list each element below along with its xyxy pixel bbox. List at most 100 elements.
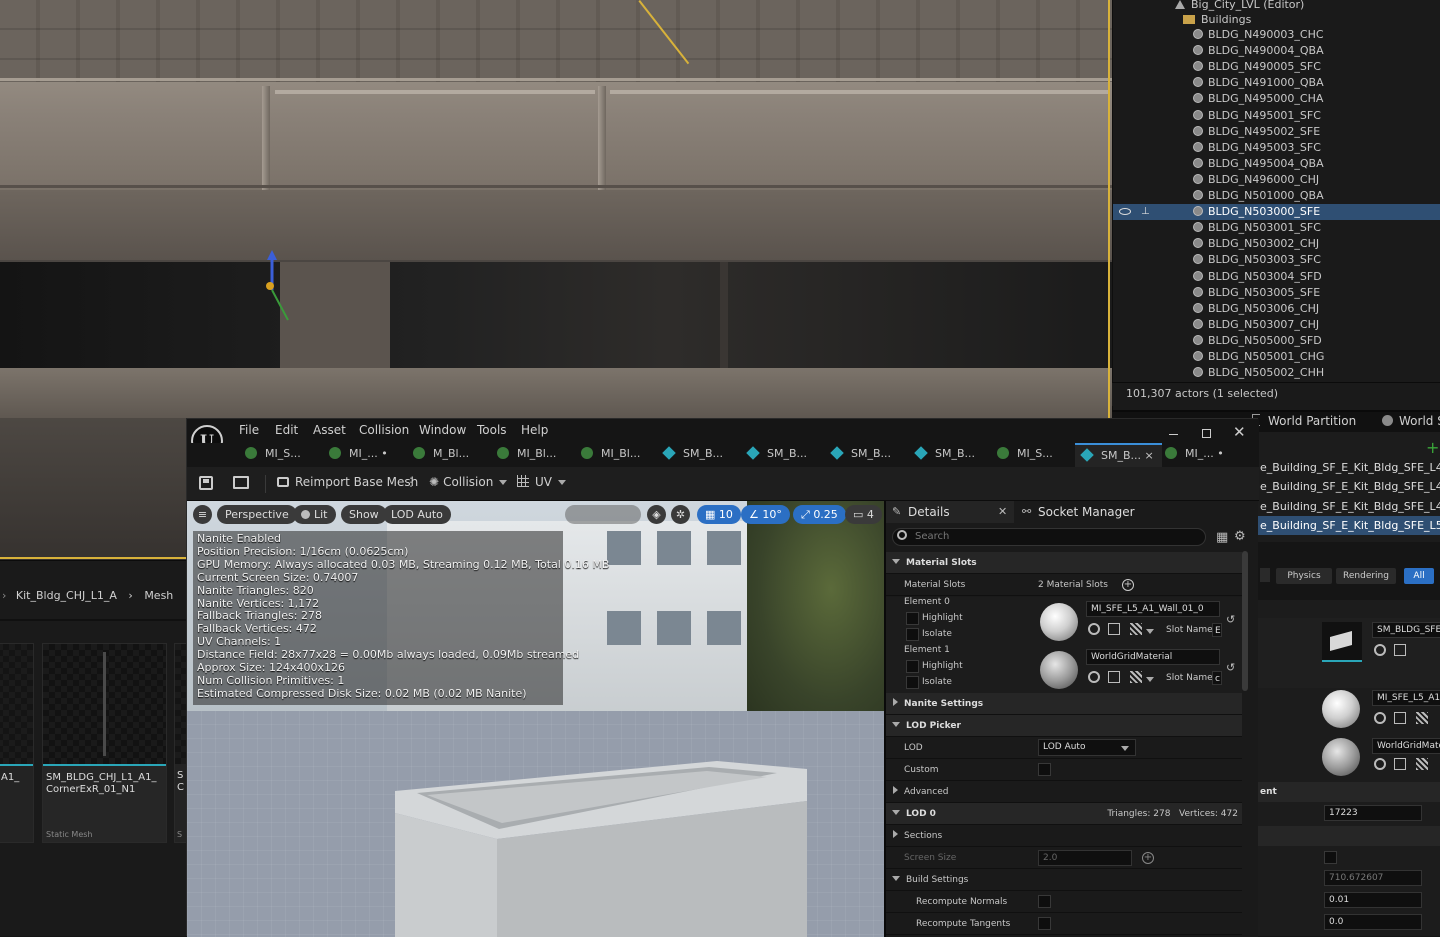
camera-speed-button[interactable]: ▭ 4 [845,505,882,524]
reimport-button[interactable]: Reimport Base Mesh [277,475,418,489]
chevron-down-icon[interactable] [1146,677,1154,682]
menu-asset[interactable]: Asset [313,423,346,437]
browse-icon[interactable] [1374,644,1386,656]
asset-tile-selected[interactable]: SM_BLDG_CHJ_L1_A1_CornerExR_01_N1 Static… [42,643,167,843]
tab-details[interactable]: ✎ Details ✕ [886,501,1014,523]
asset-tab[interactable]: MI_S... [997,447,1053,469]
asset-tab[interactable]: SM_B... [830,446,891,469]
menu-edit[interactable]: Edit [275,423,298,437]
lit-button[interactable]: Lit [293,505,336,524]
highlight-checkbox-1[interactable] [906,660,919,673]
isolate-checkbox-0[interactable] [906,628,919,641]
value-field[interactable]: 17223 [1324,805,1422,821]
close-icon[interactable]: ✕ [1233,423,1246,441]
pin-icon[interactable]: ⊥ [1141,204,1150,220]
asset-tile[interactable]: A1_ [0,643,34,843]
custom-checkbox[interactable] [1038,763,1051,776]
asset-tab[interactable]: MI_Bl... [581,447,640,469]
asset-tab[interactable]: MI_Bl... [497,447,556,469]
outliner-row[interactable]: BLDG_N505000_SFD [1113,333,1440,349]
outliner-row[interactable]: BLDG_N503003_SFC [1113,252,1440,268]
surface-snap-icon[interactable]: ✲ [671,505,690,524]
checker-icon[interactable] [1130,623,1142,635]
section-advanced[interactable]: Advanced [886,781,1242,803]
save-icon[interactable] [199,476,213,490]
material-field-1[interactable]: WorldGridMaterial [1086,649,1220,665]
outliner-row[interactable]: BLDG_N503007_CHJ [1113,317,1440,333]
asset-tab[interactable]: M_Bl... [413,447,469,469]
section-sections[interactable]: Sections [886,825,1242,847]
browse-asset-icon[interactable] [233,476,249,489]
chevron-down-icon[interactable] [1146,629,1154,634]
add-icon[interactable]: + [1426,438,1439,457]
folder-find-icon[interactable] [1394,644,1406,656]
material-thumbnail-1[interactable] [1040,651,1078,689]
outliner-row[interactable]: BLDG_N496000_CHJ [1113,172,1440,188]
value-field[interactable]: 0.01 [1324,892,1422,908]
more-options-icon[interactable]: ⋮ [405,475,417,489]
checker-icon[interactable] [1416,712,1428,724]
mesh-field[interactable]: SM_BLDG_SFE_ [1372,622,1440,638]
use-selected-icon[interactable] [1088,671,1100,683]
list-item[interactable]: e_Building_SF_E_Kit_Bldg_SFE_L4_A_N [1258,497,1440,516]
grid-snap-button[interactable]: ▦ 10 [697,505,741,524]
material-field-1[interactable]: WorldGridMateri [1372,738,1440,754]
browse-icon[interactable] [1374,712,1386,724]
section-lod0[interactable]: LOD 0 Triangles: 278 Vertices: 472 [886,803,1242,825]
outliner-row[interactable]: BLDG_N501000_QBA [1113,188,1440,204]
outliner-row[interactable]: BLDG_N495001_SFC [1113,108,1440,124]
asset-tab[interactable]: SM_B... × [1075,443,1162,469]
transform-icon[interactable]: ◈ [647,505,666,524]
minimize-icon[interactable] [1169,434,1178,435]
outliner-row[interactable]: BLDG_N503005_SFE [1113,285,1440,301]
perspective-button[interactable]: Perspective [217,505,297,524]
eye-icon[interactable] [1119,208,1131,216]
value-field[interactable]: 0.0 [1324,914,1422,930]
outliner-row[interactable]: BLDG_N495004_QBA [1113,156,1440,172]
viewport-menu-icon[interactable]: ≡ [193,505,212,524]
isolate-checkbox-1[interactable] [906,676,919,689]
section-material-slots[interactable]: Material Slots [886,552,1242,574]
add-icon[interactable]: + [1142,852,1154,864]
outliner-row[interactable]: BLDG_N490003_CHC [1113,27,1440,43]
lod-select[interactable]: LOD Auto [1038,739,1136,756]
highlight-checkbox-0[interactable] [906,612,919,625]
outliner-row[interactable]: ⊥ BLDG_N503000_SFE [1113,204,1440,221]
tab-world-partition[interactable]: World Partition [1268,414,1356,428]
outliner-row[interactable]: BLDG_N490004_QBA [1113,43,1440,59]
asset-tab[interactable]: SM_B... [662,446,723,469]
uv-dropdown[interactable]: UV [517,475,572,489]
list-item[interactable]: e_Building_SF_E_Kit_Bldg_SFE_L5_A_N [1258,515,1440,535]
value-field[interactable]: 710.672607 [1324,870,1422,886]
collision-dropdown[interactable]: ✺ Collision [429,475,513,489]
outliner-row[interactable]: BLDG_N491000_QBA [1113,75,1440,91]
maximize-icon[interactable] [1202,429,1211,438]
material-thumbnail-1[interactable] [1322,738,1360,776]
menu-tools[interactable]: Tools [477,423,507,437]
mesh-viewport[interactable]: ≡ Perspective Lit Show LOD Auto ◈ ✲ ▦ 10… [187,501,884,937]
menu-collision[interactable]: Collision [359,423,409,437]
filter-rendering[interactable]: Rendering [1336,568,1396,584]
browse-icon[interactable] [1374,758,1386,770]
recompute-normals-checkbox[interactable] [1038,895,1051,908]
add-slot-icon[interactable]: + [1122,579,1134,591]
checker-icon[interactable] [1130,671,1142,683]
screen-size-field[interactable]: 2.0 [1038,850,1132,866]
menu-help[interactable]: Help [521,423,548,437]
gear-icon[interactable]: ⚙ [1234,529,1246,544]
breadcrumb-mesh[interactable]: Mesh [144,589,173,602]
reset-icon[interactable]: ↺ [1226,661,1235,674]
checkbox[interactable] [1324,851,1337,864]
menu-window[interactable]: Window [419,423,466,437]
folder-find-icon[interactable] [1394,712,1406,724]
asset-tab[interactable]: SM_B... [914,446,975,469]
material-thumbnail-0[interactable] [1040,603,1078,641]
scale-snap-button[interactable]: ⤢ 0.25 [793,505,846,524]
outliner-row[interactable]: BLDG_N505002_CHH [1113,365,1440,381]
outliner-row[interactable]: BLDG_N495000_CHA [1113,91,1440,107]
browse-icon[interactable] [1108,623,1120,635]
tab-socket-manager[interactable]: ⚯ Socket Manager [1016,501,1156,523]
menu-file[interactable]: File [239,423,259,437]
search-input[interactable]: Search [892,528,1206,546]
outliner-row[interactable]: BLDG_N490005_SFC [1113,59,1440,75]
